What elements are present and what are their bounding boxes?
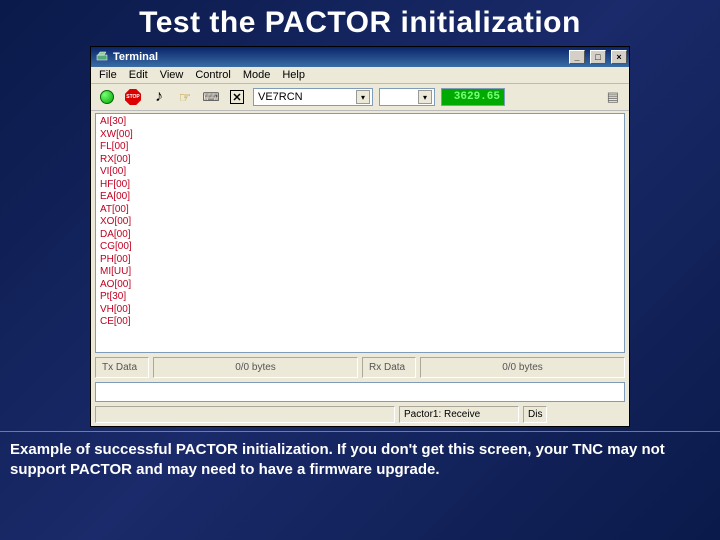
terminal-line: PH[00]	[100, 254, 620, 267]
menu-control[interactable]: Control	[195, 69, 230, 81]
terminal-line: Pt[30]	[100, 291, 620, 304]
status-blank	[95, 406, 395, 423]
menu-mode[interactable]: Mode	[243, 69, 271, 81]
status-mode: Pactor1: Receive	[399, 406, 519, 423]
empty-combo[interactable]: ▾	[379, 88, 435, 106]
app-icon	[95, 50, 109, 64]
chevron-down-icon: ▾	[418, 90, 432, 104]
menu-file[interactable]: File	[99, 69, 117, 81]
input-field[interactable]	[95, 382, 625, 402]
green-led-icon	[100, 90, 114, 104]
status-bar: Pactor1: Receive Dis	[91, 404, 629, 426]
terminal-line: AO[00]	[100, 279, 620, 292]
status-right: Dis	[523, 406, 547, 423]
rx-data-label: Rx Data	[362, 357, 416, 378]
terminal-line: MI[UU]	[100, 266, 620, 279]
chevron-down-icon: ▾	[356, 90, 370, 104]
keyboard-button[interactable]: ⌨	[201, 87, 221, 107]
abort-button[interactable]: ✕	[227, 87, 247, 107]
terminal-line: VH[00]	[100, 304, 620, 317]
menu-view[interactable]: View	[160, 69, 184, 81]
keyboard-icon: ⌨	[202, 90, 219, 104]
terminal-line: VI[00]	[100, 166, 620, 179]
frequency-value: 3629.65	[454, 91, 500, 103]
terminal-window: Terminal _ □ × File Edit View Control Mo…	[90, 46, 630, 427]
terminal-line: EA[00]	[100, 191, 620, 204]
hand-icon: ☞	[179, 89, 192, 106]
connect-button[interactable]	[97, 87, 117, 107]
terminal-line: CG[00]	[100, 241, 620, 254]
tx-data-label: Tx Data	[95, 357, 149, 378]
menubar: File Edit View Control Mode Help	[91, 67, 629, 84]
stop-icon: STOP	[125, 89, 141, 105]
terminal-line: DA[00]	[100, 229, 620, 242]
close-button[interactable]: ×	[611, 50, 627, 64]
titlebar: Terminal _ □ ×	[91, 47, 629, 67]
frequency-display[interactable]: 3629.65	[441, 88, 505, 106]
callsign-value: VE7RCN	[258, 91, 303, 103]
toolbar: STOP ♪ ☞ ⌨ ✕ VE7RCN ▾ ▾ 3629.65 ▤	[91, 84, 629, 111]
menu-edit[interactable]: Edit	[129, 69, 148, 81]
maximize-button[interactable]: □	[590, 50, 606, 64]
terminal-line: XO[00]	[100, 216, 620, 229]
tx-bytes: 0/0 bytes	[153, 357, 358, 378]
x-box-icon: ✕	[230, 90, 244, 104]
terminal-line: FL[00]	[100, 141, 620, 154]
terminal-line: AI[30]	[100, 116, 620, 129]
terminal-line: HF[00]	[100, 179, 620, 192]
terminal-line: CE[00]	[100, 316, 620, 329]
terminal-line: XW[00]	[100, 129, 620, 142]
data-status-row: Tx Data 0/0 bytes Rx Data 0/0 bytes	[91, 355, 629, 380]
slide-title: Test the PACTOR initialization	[0, 0, 720, 44]
terminal-line: AT[00]	[100, 204, 620, 217]
music-note-icon: ♪	[155, 89, 163, 105]
menu-help[interactable]: Help	[282, 69, 305, 81]
callsign-combo[interactable]: VE7RCN ▾	[253, 88, 373, 106]
minimize-button[interactable]: _	[569, 50, 585, 64]
hand-button[interactable]: ☞	[175, 87, 195, 107]
terminal-line: RX[00]	[100, 154, 620, 167]
slide-caption: Example of successful PACTOR initializat…	[0, 431, 720, 481]
window-title: Terminal	[113, 51, 158, 63]
document-icon[interactable]: ▤	[607, 89, 619, 105]
sound-button[interactable]: ♪	[149, 87, 169, 107]
rx-bytes: 0/0 bytes	[420, 357, 625, 378]
stop-button[interactable]: STOP	[123, 87, 143, 107]
terminal-output: AI[30]XW[00]FL[00]RX[00]VI[00]HF[00]EA[0…	[95, 113, 625, 353]
